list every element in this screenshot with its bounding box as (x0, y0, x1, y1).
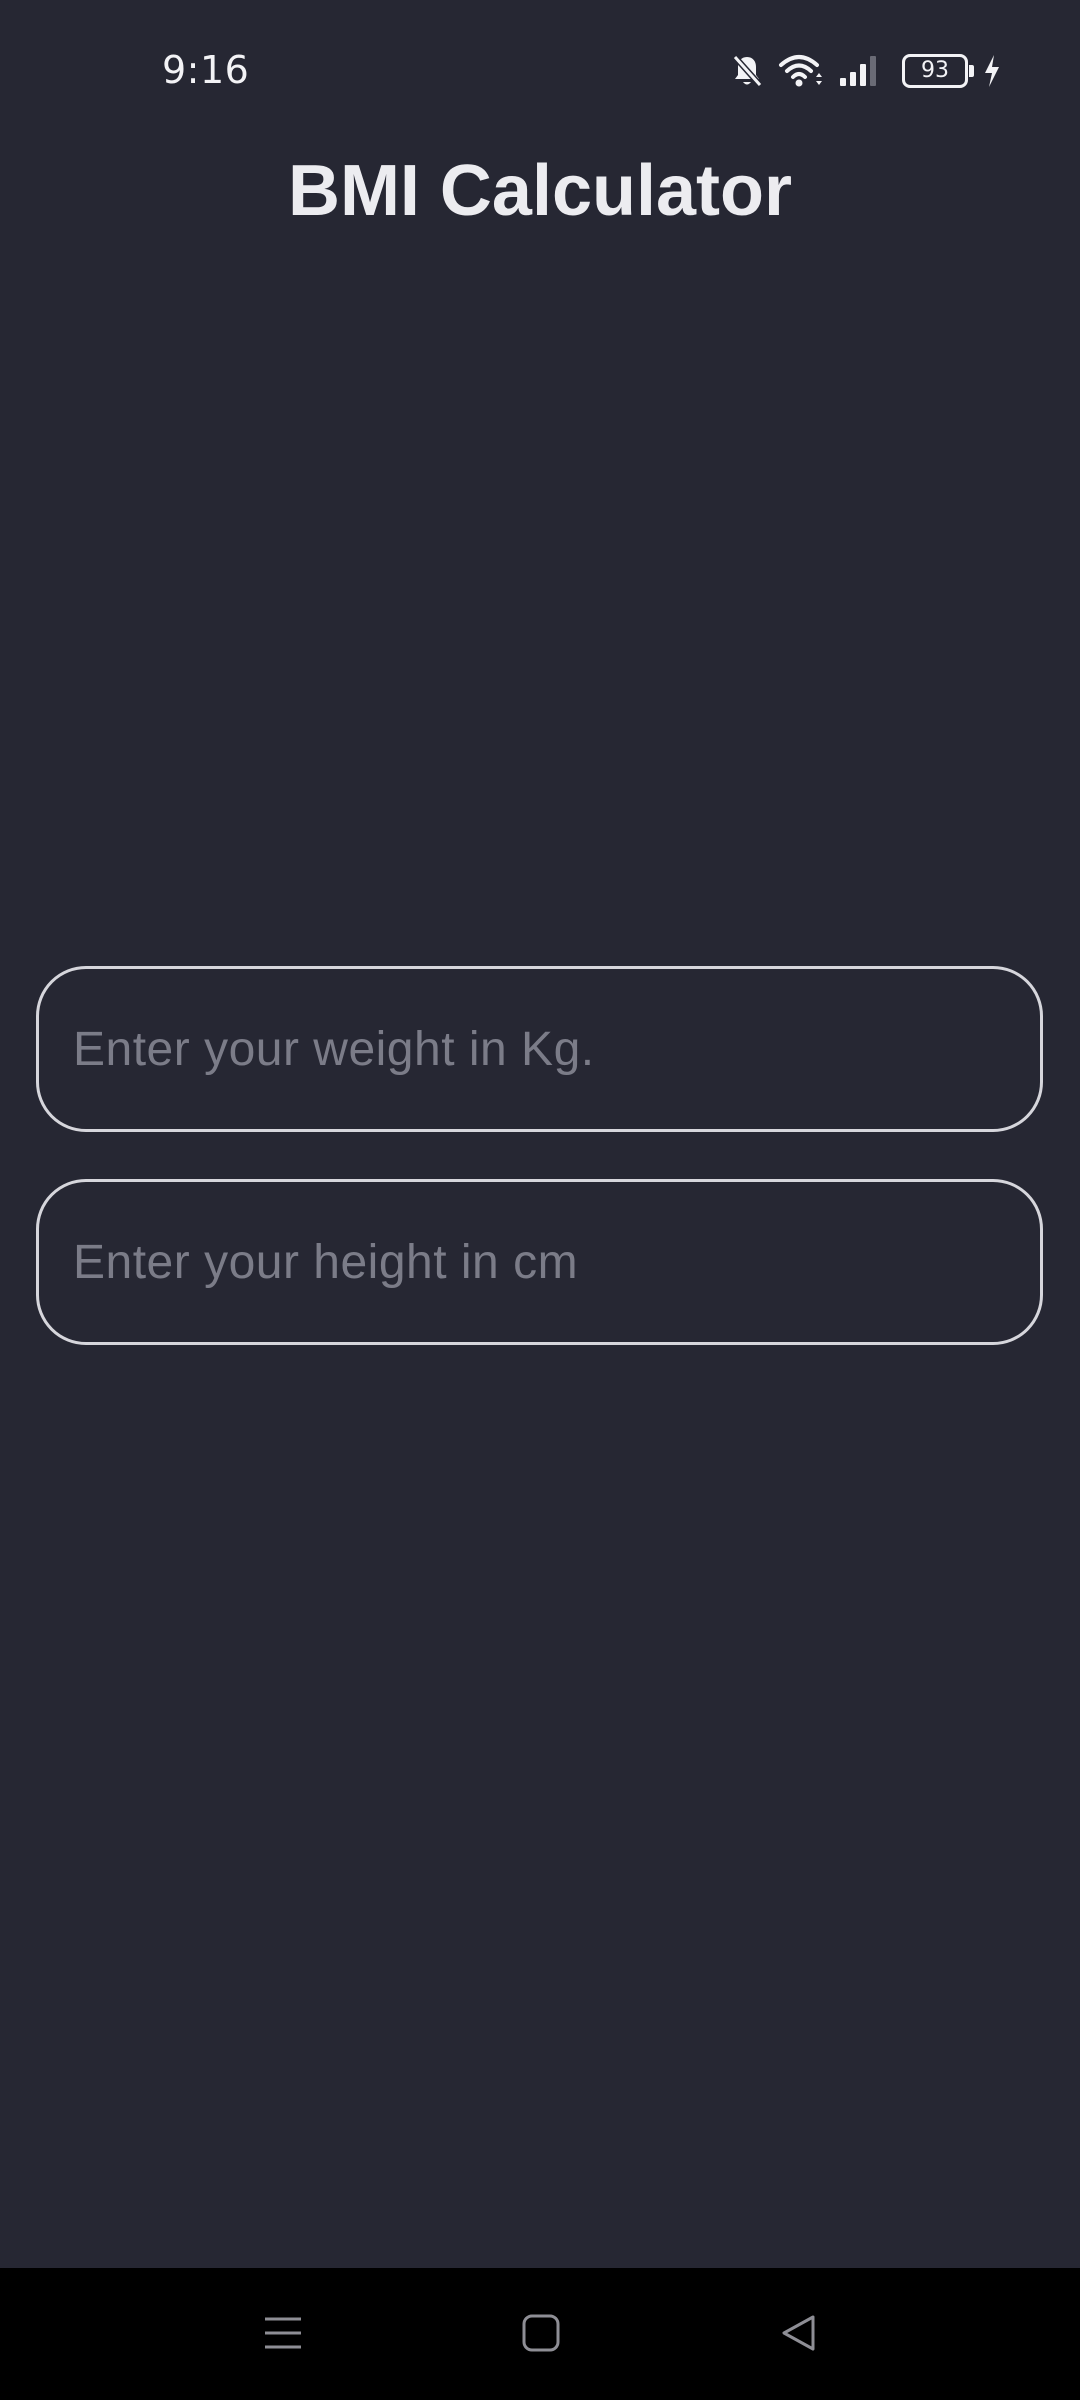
signal-icon (838, 54, 882, 88)
back-icon (782, 2315, 815, 2351)
menu-icon (265, 2317, 301, 2349)
wifi-icon (778, 53, 824, 89)
status-icons: 93 (730, 50, 1002, 92)
height-input[interactable] (39, 1182, 1040, 1342)
status-bar: 9:16 93 (0, 0, 1080, 140)
navigation-bar (0, 2268, 1080, 2400)
charging-icon (982, 53, 1002, 89)
home-button[interactable] (506, 2298, 576, 2368)
recent-apps-button[interactable] (248, 2298, 318, 2368)
height-field[interactable] (36, 1179, 1043, 1345)
status-time: 9:16 (162, 48, 250, 92)
battery-icon: 93 (902, 54, 974, 88)
weight-field[interactable] (36, 966, 1043, 1132)
bell-off-icon (730, 53, 764, 89)
weight-input[interactable] (39, 969, 1040, 1129)
home-icon (522, 2314, 560, 2352)
page-title: BMI Calculator (287, 151, 793, 231)
back-button[interactable] (764, 2298, 834, 2368)
battery-level: 93 (921, 58, 949, 83)
